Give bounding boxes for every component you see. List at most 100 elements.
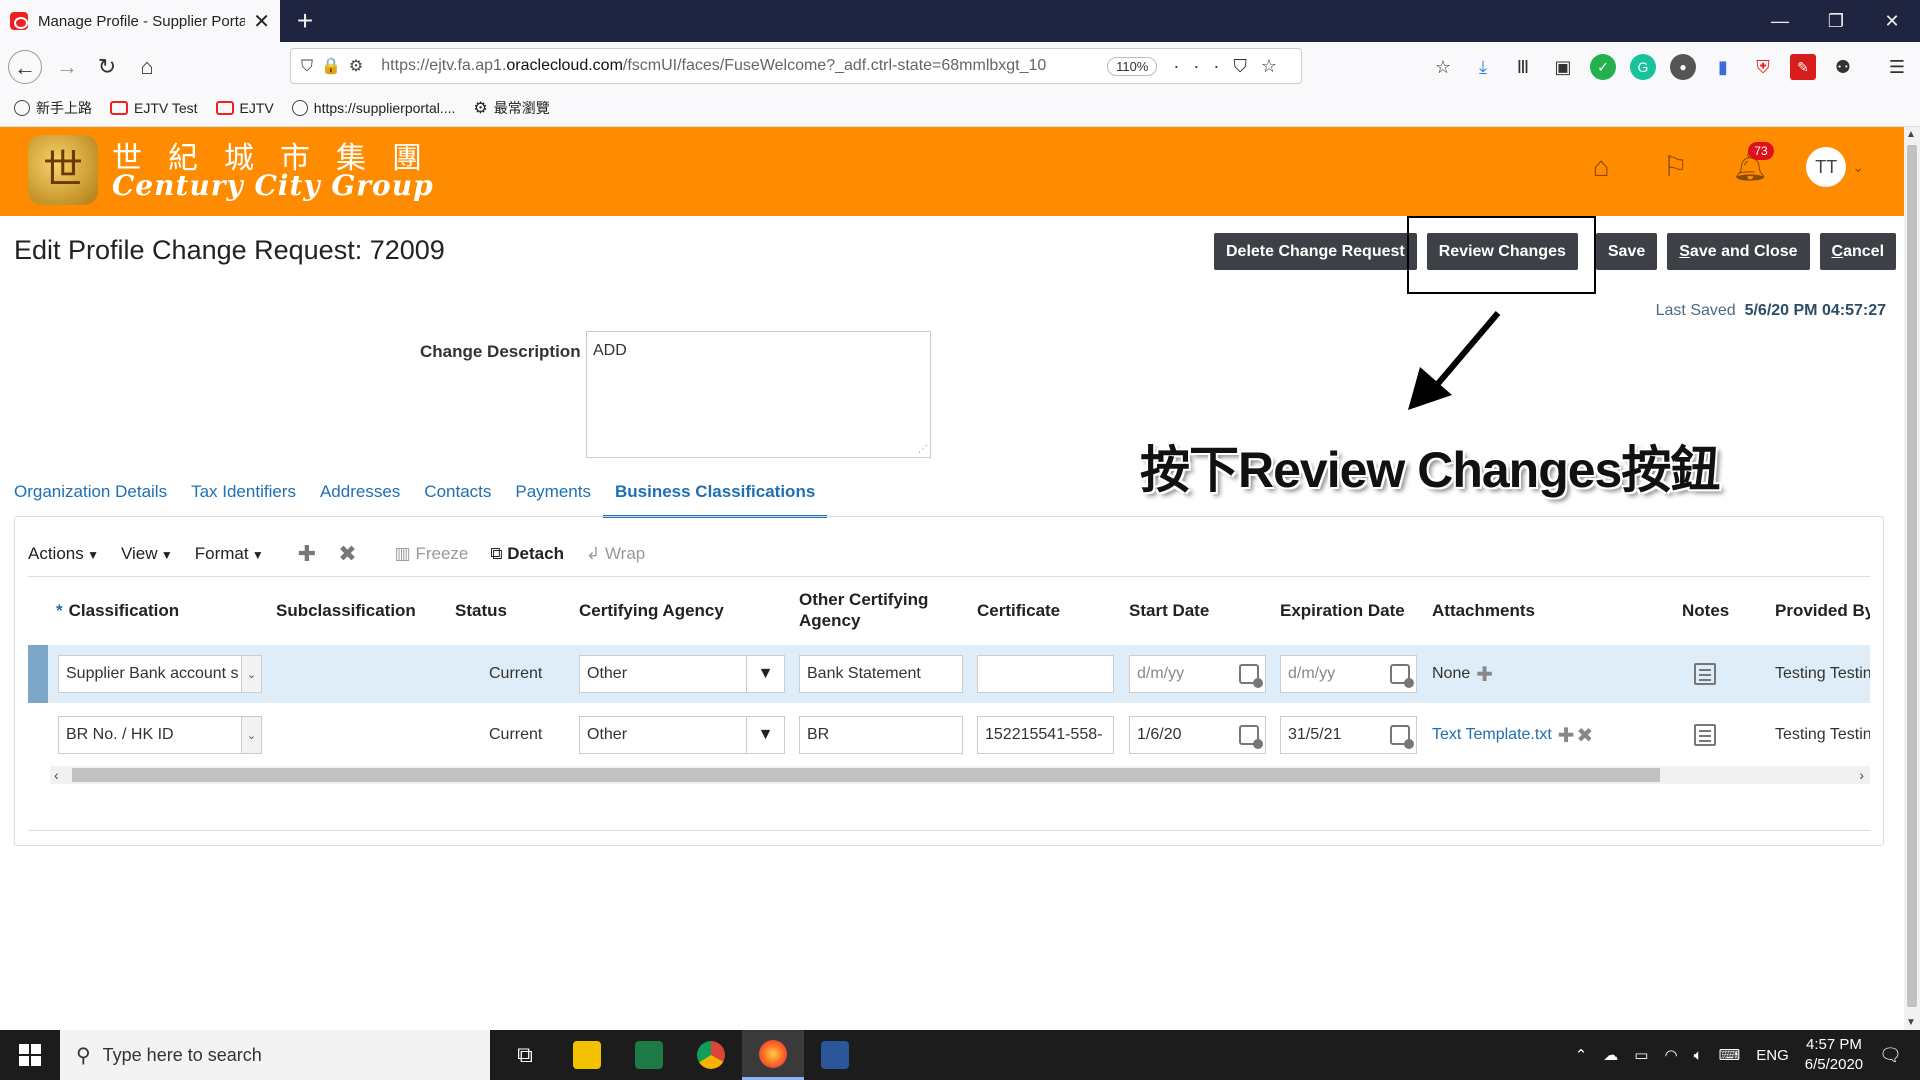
col-certifying-agency[interactable]: Certifying Agency — [579, 588, 724, 632]
grammarly-icon[interactable]: G — [1630, 54, 1656, 80]
start-date-input[interactable]: d/m/yy — [1129, 655, 1266, 693]
col-start-date[interactable]: Start Date — [1129, 588, 1209, 632]
certifying-agency-select[interactable]: Other ▼ — [579, 655, 785, 693]
remove-attachment-icon[interactable]: ✖ — [1577, 723, 1594, 748]
chevron-up-icon[interactable]: ⌃ — [1575, 1046, 1588, 1064]
change-description-field[interactable]: ADD ⋰ — [586, 331, 931, 458]
taskbar-search[interactable]: ⚲ Type here to search — [60, 1030, 490, 1080]
notes-icon[interactable] — [1694, 724, 1716, 746]
start-date-input[interactable]: 1/6/20 — [1129, 716, 1266, 754]
home-icon[interactable]: ⌂ — [130, 50, 164, 84]
freeze-button[interactable]: ▥ Freeze — [395, 544, 469, 564]
tab-payments[interactable]: Payments — [503, 480, 603, 518]
classification-select[interactable]: BR No. / HK ID ⌄ — [58, 716, 262, 754]
bookmark-extension-icon[interactable]: ▮ — [1710, 54, 1736, 80]
flag-icon[interactable]: ⚐ — [1658, 150, 1692, 184]
library-icon[interactable]: Ⅲ — [1510, 54, 1536, 80]
certifying-agency-select[interactable]: Other ▼ — [579, 716, 785, 754]
word-icon[interactable] — [804, 1030, 866, 1080]
calendar-icon[interactable] — [1239, 725, 1263, 749]
shield-extension-icon[interactable]: ⛨ — [1750, 54, 1776, 80]
dropdown-arrow-icon[interactable]: ▼ — [746, 656, 784, 692]
language-indicator[interactable]: ENG — [1756, 1047, 1789, 1064]
scroll-right-icon[interactable]: › — [1859, 766, 1864, 784]
reading-list-icon[interactable]: ☆ — [1430, 54, 1456, 80]
bookmark-item[interactable]: 新手上路 — [14, 98, 92, 118]
cancel-button[interactable]: Cancel — [1819, 233, 1897, 270]
keyboard-icon[interactable]: ⌨ — [1719, 1046, 1741, 1064]
calendar-icon[interactable] — [1390, 664, 1414, 688]
restore-icon[interactable]: ❐ — [1808, 0, 1864, 42]
bookmark-item[interactable]: https://supplierportal.... — [291, 100, 455, 116]
century-city-logo-icon[interactable] — [28, 135, 98, 205]
account-icon[interactable]: ● — [1670, 54, 1696, 80]
chrome-icon[interactable] — [680, 1030, 742, 1080]
task-view-icon[interactable]: ⧉ — [494, 1030, 556, 1080]
add-attachment-icon[interactable]: ✚ — [1476, 662, 1493, 687]
new-tab-button[interactable]: + — [288, 4, 322, 38]
bookmark-item[interactable]: ⚙ 最常瀏覽 — [473, 98, 549, 118]
file-explorer-icon[interactable] — [556, 1030, 618, 1080]
tab-organization-details[interactable]: Organization Details — [2, 480, 179, 518]
table-row[interactable]: BR No. / HK ID ⌄ Current Other ▼ BR 152215… — [28, 706, 1870, 764]
site-security-icon[interactable]: ⛉🔒⚙ — [301, 56, 371, 76]
tab-business-classifications[interactable]: Business Classifications — [602, 480, 828, 518]
scroll-down-icon[interactable]: ▼ — [1906, 1017, 1916, 1028]
scroll-left-icon[interactable]: ‹ — [54, 766, 59, 784]
battery-icon[interactable]: ▭ — [1634, 1046, 1648, 1064]
firefox-icon[interactable] — [742, 1030, 804, 1080]
chevron-down-icon[interactable]: ⌄ — [241, 717, 261, 753]
expiration-date-input[interactable]: 31/5/21 — [1280, 716, 1417, 754]
forward-arrow-icon[interactable]: → — [50, 50, 84, 84]
sidebar-icon[interactable]: ▣ — [1550, 54, 1576, 80]
save-button[interactable]: Save — [1595, 233, 1658, 270]
table-row[interactable]: Supplier Bank account s ⌄ Current Other ▼ … — [28, 645, 1870, 703]
chevron-down-icon[interactable]: ⌄ — [1852, 159, 1864, 176]
col-subclassification[interactable]: Subclassification — [276, 588, 416, 632]
tab-tax-identifiers[interactable]: Tax Identifiers — [179, 480, 308, 518]
bell-icon[interactable]: 🔔︎ 73 — [1732, 142, 1774, 184]
calendar-icon[interactable] — [1239, 664, 1263, 688]
clock[interactable]: 4:57 PM 6/5/2020 — [1805, 1035, 1863, 1075]
minimize-icon[interactable]: — — [1752, 0, 1808, 42]
page-vertical-scrollbar[interactable]: ▲ ▼ — [1904, 127, 1920, 1030]
menu-icon[interactable]: ☰ — [1884, 54, 1910, 80]
back-arrow-icon[interactable]: ← — [8, 50, 42, 84]
certificate-input[interactable] — [977, 655, 1114, 693]
col-notes[interactable]: Notes — [1682, 588, 1729, 632]
wrap-button[interactable]: ↲ Wrap — [586, 544, 645, 564]
col-expiration-date[interactable]: Expiration Date — [1280, 588, 1405, 632]
certificate-input[interactable]: 152215541-558- — [977, 716, 1114, 754]
other-certifying-agency-input[interactable]: BR — [799, 716, 963, 754]
col-classification[interactable]: * Classification — [56, 588, 179, 632]
calendar-icon[interactable] — [1390, 725, 1414, 749]
tab-addresses[interactable]: Addresses — [308, 480, 412, 518]
url-bar[interactable]: ⛉🔒⚙ https://ejtv.fa.ap1.oraclecloud.com/… — [290, 48, 1302, 84]
extension-puzzle-icon[interactable]: ⚉ — [1830, 54, 1856, 80]
dropdown-arrow-icon[interactable]: ▼ — [746, 717, 784, 753]
download-icon[interactable]: ⤓ — [1470, 54, 1496, 80]
delete-change-request-button[interactable]: Delete Change Request — [1214, 233, 1417, 270]
detach-button[interactable]: ⧉ Detach — [490, 544, 564, 564]
scroll-thumb[interactable] — [1907, 145, 1917, 1007]
resize-grip-icon[interactable]: ⋰ — [918, 444, 928, 455]
format-menu[interactable]: Format — [195, 544, 264, 564]
page-actions-icon[interactable]: ···⛉☆ — [1173, 56, 1291, 77]
col-provided-by[interactable]: Provided By — [1775, 588, 1870, 632]
bookmark-item[interactable]: EJTV — [215, 100, 274, 116]
start-button[interactable] — [0, 1030, 60, 1080]
user-avatar[interactable]: TT — [1806, 147, 1847, 187]
bookmark-item[interactable]: EJTV Test — [110, 100, 198, 116]
extension-check-icon[interactable]: ✓ — [1590, 54, 1616, 80]
view-menu[interactable]: View — [121, 544, 173, 564]
home-icon[interactable]: ⌂ — [1584, 150, 1618, 184]
scroll-up-icon[interactable]: ▲ — [1906, 129, 1916, 140]
add-attachment-icon[interactable]: ✚ — [1558, 723, 1575, 748]
row-selector[interactable] — [28, 645, 48, 703]
actions-menu[interactable]: Actions — [28, 544, 99, 564]
horizontal-scrollbar[interactable]: ‹ › — [50, 766, 1870, 784]
zoom-level[interactable]: 110% — [1107, 56, 1158, 76]
tab-contacts[interactable]: Contacts — [412, 480, 503, 518]
excel-icon[interactable] — [618, 1030, 680, 1080]
close-tab-icon[interactable]: ✕ — [253, 9, 270, 34]
